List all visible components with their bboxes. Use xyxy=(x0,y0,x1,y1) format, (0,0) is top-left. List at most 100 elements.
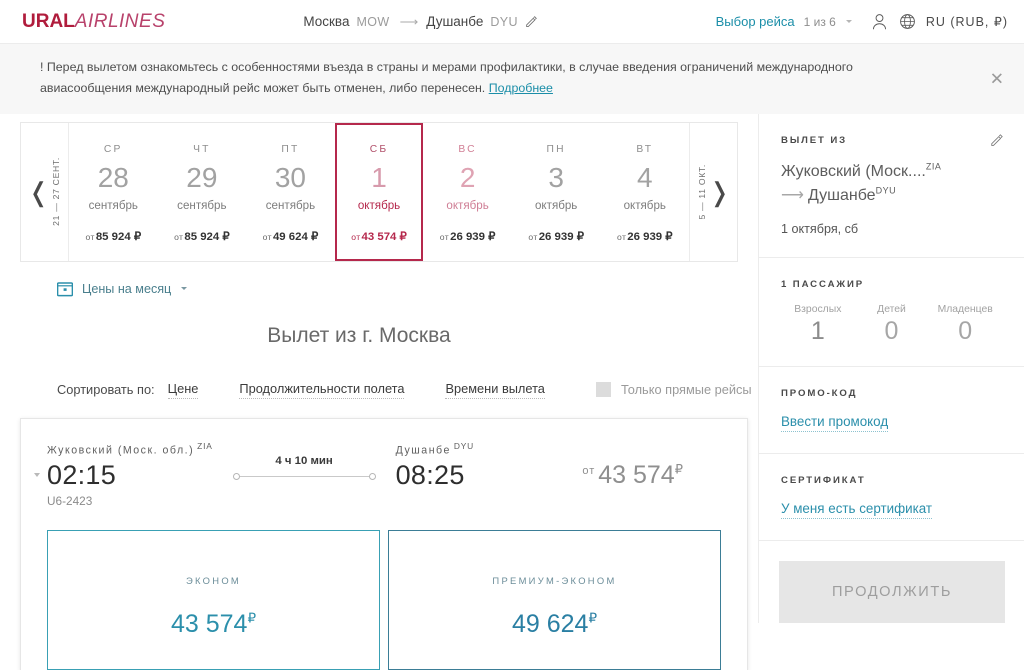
continue-button[interactable]: ПРОДОЛЖИТЬ xyxy=(779,561,1005,623)
main-layout: ❬ 21 — 27 СЕНТ. СР 28 сентябрь от85 924 … xyxy=(0,114,1024,670)
pencil-icon[interactable] xyxy=(990,133,1004,147)
currency-selector[interactable]: RU (RUB, ₽) xyxy=(926,14,1008,29)
prev-week-range-label: 21 — 27 СЕНТ. xyxy=(51,157,61,226)
day-month: октябрь xyxy=(358,199,400,212)
enter-promo-code-link[interactable]: Ввести промокод xyxy=(781,414,888,432)
price-value: 43 574 xyxy=(598,461,674,489)
passenger-groups: Взрослых 1 Детей 0 Младенцев 0 xyxy=(781,304,1002,346)
passenger-group-infants[interactable]: Младенцев 0 xyxy=(928,304,1002,346)
close-icon[interactable]: ✕ xyxy=(990,70,1004,87)
day-cell[interactable]: ПТ 30 сентябрь от49 624 ₽ xyxy=(246,123,335,261)
chevron-down-icon[interactable] xyxy=(34,473,40,477)
day-cell-selected[interactable]: СБ 1 октябрь от43 574 ₽ xyxy=(335,123,424,261)
day-of-week: ВС xyxy=(458,144,476,155)
price-prefix: от xyxy=(582,465,595,477)
sort-option-departure-time[interactable]: Времени вылета xyxy=(445,381,544,399)
fare-price: 43 574₽ xyxy=(48,610,379,639)
arrival-airport: ДушанбеDYU xyxy=(396,441,474,457)
direct-only-checkbox[interactable] xyxy=(596,382,611,397)
sidebar-passengers-title: 1 ПАССАЖИР xyxy=(781,279,1002,290)
sidebar-passengers-block: 1 ПАССАЖИР Взрослых 1 Детей 0 Младенцев … xyxy=(759,258,1024,368)
day-of-week: ВТ xyxy=(636,144,653,155)
have-certificate-link[interactable]: У меня есть сертификат xyxy=(781,501,932,519)
departure-time: 02:15 xyxy=(47,460,213,491)
day-cell[interactable]: ПН 3 октябрь от26 939 ₽ xyxy=(512,123,601,261)
day-number: 28 xyxy=(98,164,129,192)
sidebar-departure-block: ВЫЛЕТ ИЗ Жуковский (Моск....ZIA ⟶Душанбе… xyxy=(759,114,1024,258)
route-to-city: Душанбе xyxy=(426,14,483,29)
logo-italic-text: AIRLINES xyxy=(75,11,166,32)
app-header: URALAIRLINES Москва MOW ⟶ Душанбе DYU Вы… xyxy=(0,0,1024,43)
route-from-city: Москва xyxy=(303,14,349,29)
date-carousel-wrapper: ❬ 21 — 27 СЕНТ. СР 28 сентябрь от85 924 … xyxy=(0,114,758,262)
day-of-week: ПТ xyxy=(281,144,299,155)
departure-segment: Жуковский (Моск. обл.)ZIA 02:15 U6-2423 xyxy=(47,441,213,509)
day-cell[interactable]: ЧТ 29 сентябрь от85 924 ₽ xyxy=(158,123,247,261)
sidebar-departure-title: ВЫЛЕТ ИЗ xyxy=(781,135,1002,146)
sort-option-price[interactable]: Цене xyxy=(168,381,199,399)
day-price: от26 939 ₽ xyxy=(617,229,673,243)
passenger-group-value: 1 xyxy=(811,317,825,345)
day-cell[interactable]: ВС 2 октябрь от26 939 ₽ xyxy=(423,123,512,261)
arrival-airport-code: DYU xyxy=(454,441,474,451)
route-line xyxy=(233,473,376,480)
direct-only-checkbox-group[interactable]: Только прямые рейсы xyxy=(596,382,752,397)
chevron-down-icon[interactable] xyxy=(846,20,852,23)
sidebar-route: Жуковский (Моск....ZIA ⟶ДушанбеDYU xyxy=(781,160,1002,208)
calendar-icon xyxy=(57,281,73,297)
direct-only-label: Только прямые рейсы xyxy=(621,382,752,397)
day-number: 3 xyxy=(548,164,564,192)
sort-lead-label: Сортировать по: xyxy=(57,382,155,397)
next-week-button[interactable]: 5 — 11 ОКТ. ❭ xyxy=(689,123,737,261)
passenger-group-value: 0 xyxy=(958,317,972,345)
globe-icon[interactable] xyxy=(898,12,917,31)
sidebar-certificate-block: СЕРТИФИКАТ У меня есть сертификат xyxy=(759,454,1024,541)
month-prices-toggle[interactable]: Цены на месяц xyxy=(57,281,758,297)
day-month: октябрь xyxy=(624,199,666,212)
day-of-week: ЧТ xyxy=(193,144,211,155)
logo[interactable]: URALAIRLINES xyxy=(22,11,165,33)
flight-card-header: Жуковский (Моск. обл.)ZIA 02:15 U6-2423 … xyxy=(47,441,721,509)
fare-option-premium-econom[interactable]: ПРЕМИУМ-ЭКОНОМ 49 624₽ xyxy=(388,530,721,670)
route-arrow-icon: ⟶ xyxy=(397,14,420,30)
pencil-icon[interactable] xyxy=(525,15,538,28)
day-price: от49 624 ₽ xyxy=(263,229,319,243)
arrival-time: 08:25 xyxy=(396,460,474,491)
day-of-week: СР xyxy=(104,144,123,155)
sidebar-certificate-title: СЕРТИФИКАТ xyxy=(781,475,1002,486)
sort-bar: Сортировать по: Цене Продолжительности п… xyxy=(57,381,758,399)
flight-number: U6-2423 xyxy=(47,494,213,508)
sidebar-promo-block: ПРОМО-КОД Ввести промокод xyxy=(759,367,1024,454)
day-cell[interactable]: СР 28 сентябрь от85 924 ₽ xyxy=(69,123,158,261)
fare-price: 49 624₽ xyxy=(389,610,720,639)
day-of-week: СБ xyxy=(370,144,389,155)
fare-option-econom[interactable]: ЭКОНОМ 43 574₽ xyxy=(47,530,380,670)
prev-week-button[interactable]: ❬ 21 — 27 СЕНТ. xyxy=(21,123,69,261)
header-route[interactable]: Москва MOW ⟶ Душанбе DYU xyxy=(303,14,538,30)
day-number: 30 xyxy=(275,164,306,192)
sidebar-from-airport: Жуковский (Моск.... xyxy=(781,163,926,180)
flight-selection-label[interactable]: Выбор рейса xyxy=(716,14,795,29)
left-column: ❬ 21 — 27 СЕНТ. СР 28 сентябрь от85 924 … xyxy=(0,114,758,670)
notice-banner: ! Перед вылетом ознакомьтесь с особеннос… xyxy=(0,43,1024,114)
day-price: от26 939 ₽ xyxy=(528,229,584,243)
passenger-group-children[interactable]: Детей 0 xyxy=(855,304,929,346)
price-currency: ₽ xyxy=(675,461,683,476)
arrival-segment: ДушанбеDYU 08:25 xyxy=(396,441,474,492)
passenger-group-label: Детей xyxy=(855,304,929,315)
notice-details-link[interactable]: Подробнее xyxy=(489,81,553,95)
day-price: от85 924 ₽ xyxy=(174,229,230,243)
day-month: сентябрь xyxy=(266,199,315,212)
passenger-group-label: Младенцев xyxy=(928,304,1002,315)
departure-airport-code: ZIA xyxy=(197,441,212,451)
header-right-group: Выбор рейса 1 из 6 RU (RUB, ₽) xyxy=(716,12,1008,31)
day-month: сентябрь xyxy=(89,199,138,212)
sort-option-duration[interactable]: Продолжительности полета xyxy=(239,381,404,399)
day-price: от26 939 ₽ xyxy=(440,229,496,243)
day-cell[interactable]: ВТ 4 октябрь от26 939 ₽ xyxy=(600,123,689,261)
flight-card-price: от43 574₽ xyxy=(582,441,721,490)
passenger-group-adults[interactable]: Взрослых 1 xyxy=(781,304,855,346)
page-title: Вылет из г. Москва xyxy=(0,324,758,348)
user-icon[interactable] xyxy=(870,12,889,31)
flight-card: Жуковский (Моск. обл.)ZIA 02:15 U6-2423 … xyxy=(20,418,748,670)
